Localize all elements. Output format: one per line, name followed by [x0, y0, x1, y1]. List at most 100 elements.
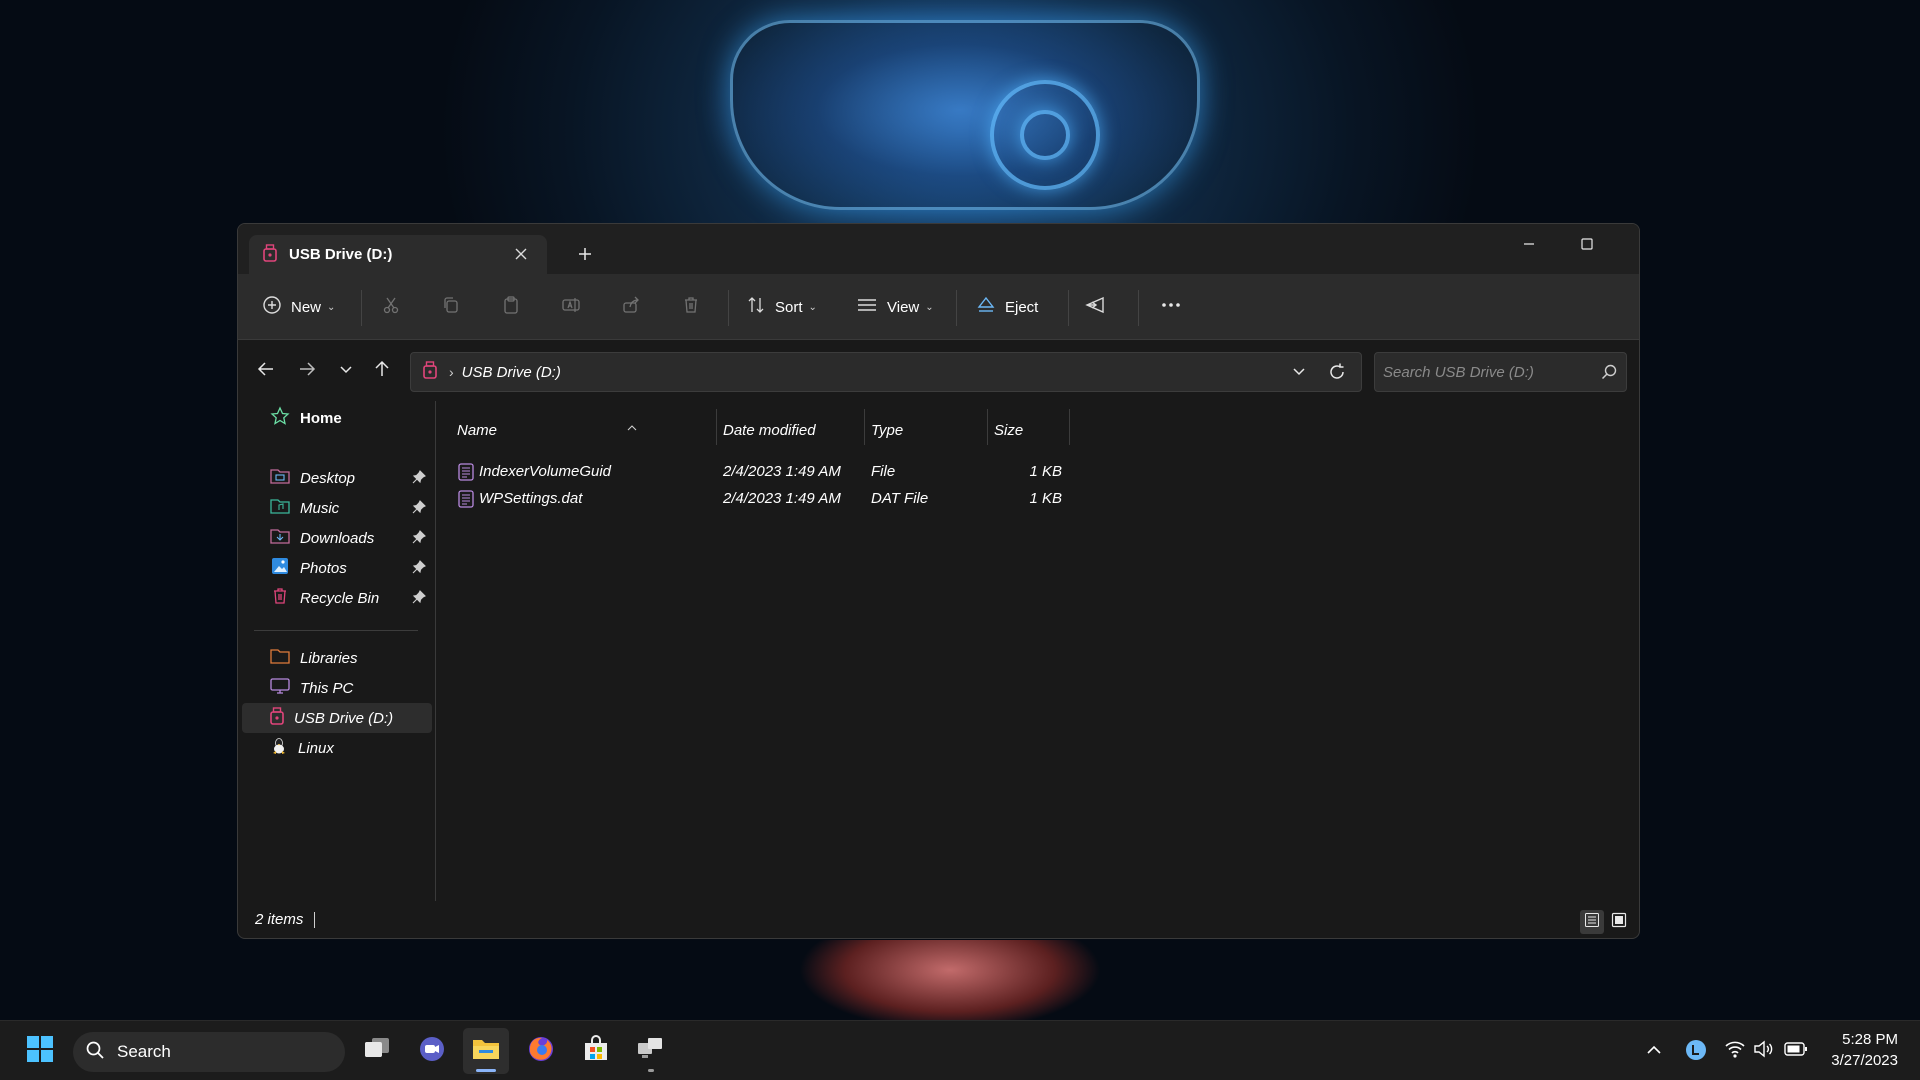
sort-button[interactable]: Sort ⌄ — [746, 290, 817, 324]
wallpaper-hand — [800, 940, 1100, 1020]
sidebar-item-desktop[interactable]: Desktop — [242, 463, 432, 493]
wifi-icon[interactable] — [1724, 1039, 1746, 1063]
address-history-dropdown[interactable] — [1291, 363, 1307, 383]
send-icon — [1084, 295, 1106, 319]
search-box[interactable] — [1374, 352, 1627, 392]
column-divider[interactable] — [716, 409, 717, 445]
remote-desktop-button[interactable] — [628, 1028, 674, 1074]
table-row[interactable]: IndexerVolumeGuid 2/4/2023 1:49 AM File … — [453, 458, 1213, 485]
minimize-button[interactable] — [1506, 228, 1552, 260]
tiles-view-icon — [1611, 912, 1627, 932]
status-divider — [314, 912, 315, 928]
toolbar-divider — [956, 290, 957, 326]
view-button[interactable]: View ⌄ — [856, 290, 934, 324]
arrow-right-icon — [297, 359, 317, 383]
breadcrumb-chevron-icon[interactable]: › — [449, 364, 454, 380]
large-icons-view-button[interactable] — [1607, 910, 1631, 934]
sidebar-item-recycle-bin[interactable]: Recycle Bin — [242, 583, 432, 613]
column-divider[interactable] — [864, 409, 865, 445]
back-button[interactable] — [248, 353, 284, 389]
column-header-name[interactable]: Name — [457, 415, 727, 445]
breadcrumb[interactable]: USB Drive (D:) — [462, 364, 561, 381]
sort-arrows-icon — [746, 295, 766, 319]
status-bar: 2 items — [238, 901, 1639, 938]
close-tab-icon[interactable] — [511, 244, 531, 264]
copy-button[interactable] — [441, 290, 461, 324]
column-divider[interactable] — [1069, 409, 1070, 445]
share-button[interactable] — [621, 290, 641, 324]
address-bar[interactable]: › USB Drive (D:) — [410, 352, 1362, 392]
up-button[interactable] — [364, 353, 400, 389]
new-button[interactable]: New ⌄ — [262, 290, 335, 324]
sidebar-item-libraries[interactable]: Libraries — [242, 643, 432, 673]
refresh-icon[interactable] — [1327, 362, 1347, 386]
navigation-bar: › USB Drive (D:) — [238, 341, 1639, 401]
sidebar-item-usb-drive[interactable]: USB Drive (D:) — [242, 703, 432, 733]
sidebar-item-photos[interactable]: Photos — [242, 553, 432, 583]
paste-button[interactable] — [501, 290, 521, 324]
pin-icon[interactable] — [412, 530, 426, 548]
details-view-button[interactable] — [1580, 910, 1604, 934]
table-row[interactable]: WPSettings.dat 2/4/2023 1:49 AM DAT File… — [453, 485, 1213, 512]
file-explorer-taskbar-button[interactable] — [463, 1028, 509, 1074]
cut-button[interactable] — [381, 290, 401, 324]
wallpaper-ring-inner — [1020, 110, 1070, 160]
task-view-button[interactable] — [354, 1028, 400, 1074]
search-input[interactable] — [1383, 363, 1593, 381]
pin-icon[interactable] — [412, 560, 426, 578]
chevron-up-icon[interactable] — [1645, 1041, 1663, 1063]
chevron-down-icon: ⌄ — [808, 301, 817, 313]
volume-icon[interactable] — [1753, 1039, 1775, 1063]
column-header-size[interactable]: Size — [994, 415, 1074, 445]
microsoft-store-button[interactable] — [573, 1028, 619, 1074]
delete-button[interactable] — [681, 290, 701, 324]
send-feedback-button[interactable] — [1084, 290, 1106, 324]
file-type: File — [871, 463, 896, 480]
battery-icon[interactable] — [1784, 1040, 1808, 1062]
desktop-folder-icon — [270, 467, 290, 489]
column-header-type[interactable]: Type — [871, 415, 1011, 445]
pin-icon[interactable] — [412, 470, 426, 488]
clock[interactable]: 5:28 PM 3/27/2023 — [1831, 1029, 1898, 1071]
plus-circle-icon — [262, 295, 282, 319]
column-divider[interactable] — [987, 409, 988, 445]
more-options-button[interactable] — [1160, 290, 1182, 324]
recent-locations-button[interactable] — [328, 353, 364, 389]
search-icon[interactable] — [1600, 363, 1618, 385]
sidebar-item-linux[interactable]: Linux — [242, 733, 432, 763]
forward-button[interactable] — [289, 353, 325, 389]
sidebar-item-label: Home — [300, 409, 342, 427]
maximize-button[interactable] — [1564, 228, 1610, 260]
column-header-date-modified[interactable]: Date modified — [723, 415, 893, 445]
usb-drive-icon — [263, 243, 277, 266]
sidebar-item-music[interactable]: Music — [242, 493, 432, 523]
trash-icon — [681, 295, 701, 319]
account-avatar-icon[interactable] — [1685, 1039, 1707, 1065]
sidebar-item-downloads[interactable]: Downloads — [242, 523, 432, 553]
eject-button[interactable]: Eject — [976, 290, 1038, 324]
taskbar-search[interactable]: Search — [73, 1032, 345, 1072]
search-icon — [85, 1040, 105, 1065]
rename-button[interactable] — [561, 290, 581, 324]
pin-icon[interactable] — [412, 590, 426, 608]
arrow-left-icon — [256, 359, 276, 383]
firefox-button[interactable] — [518, 1028, 564, 1074]
chevron-down-icon — [338, 361, 354, 381]
file-icon — [457, 485, 475, 512]
store-bag-icon — [582, 1035, 610, 1067]
sidebar-item-label: Downloads — [300, 529, 375, 547]
start-button[interactable] — [17, 1028, 63, 1074]
new-tab-button[interactable] — [570, 239, 600, 269]
pin-icon[interactable] — [412, 500, 426, 518]
downloads-folder-icon — [270, 527, 290, 549]
items-count: 2 items — [255, 911, 304, 928]
tab-usb-drive[interactable]: USB Drive (D:) — [249, 235, 547, 274]
task-view-icon — [363, 1036, 391, 1066]
teams-chat-button[interactable] — [409, 1028, 455, 1074]
sidebar-item-label: Libraries — [300, 649, 358, 667]
sidebar-item-label: USB Drive (D:) — [294, 709, 394, 727]
sidebar-item-this-pc[interactable]: This PC — [242, 673, 432, 703]
sidebar-item-label: Linux — [298, 739, 334, 757]
sidebar-item-home[interactable]: Home — [242, 403, 432, 433]
close-window-button[interactable] — [1623, 228, 1639, 260]
